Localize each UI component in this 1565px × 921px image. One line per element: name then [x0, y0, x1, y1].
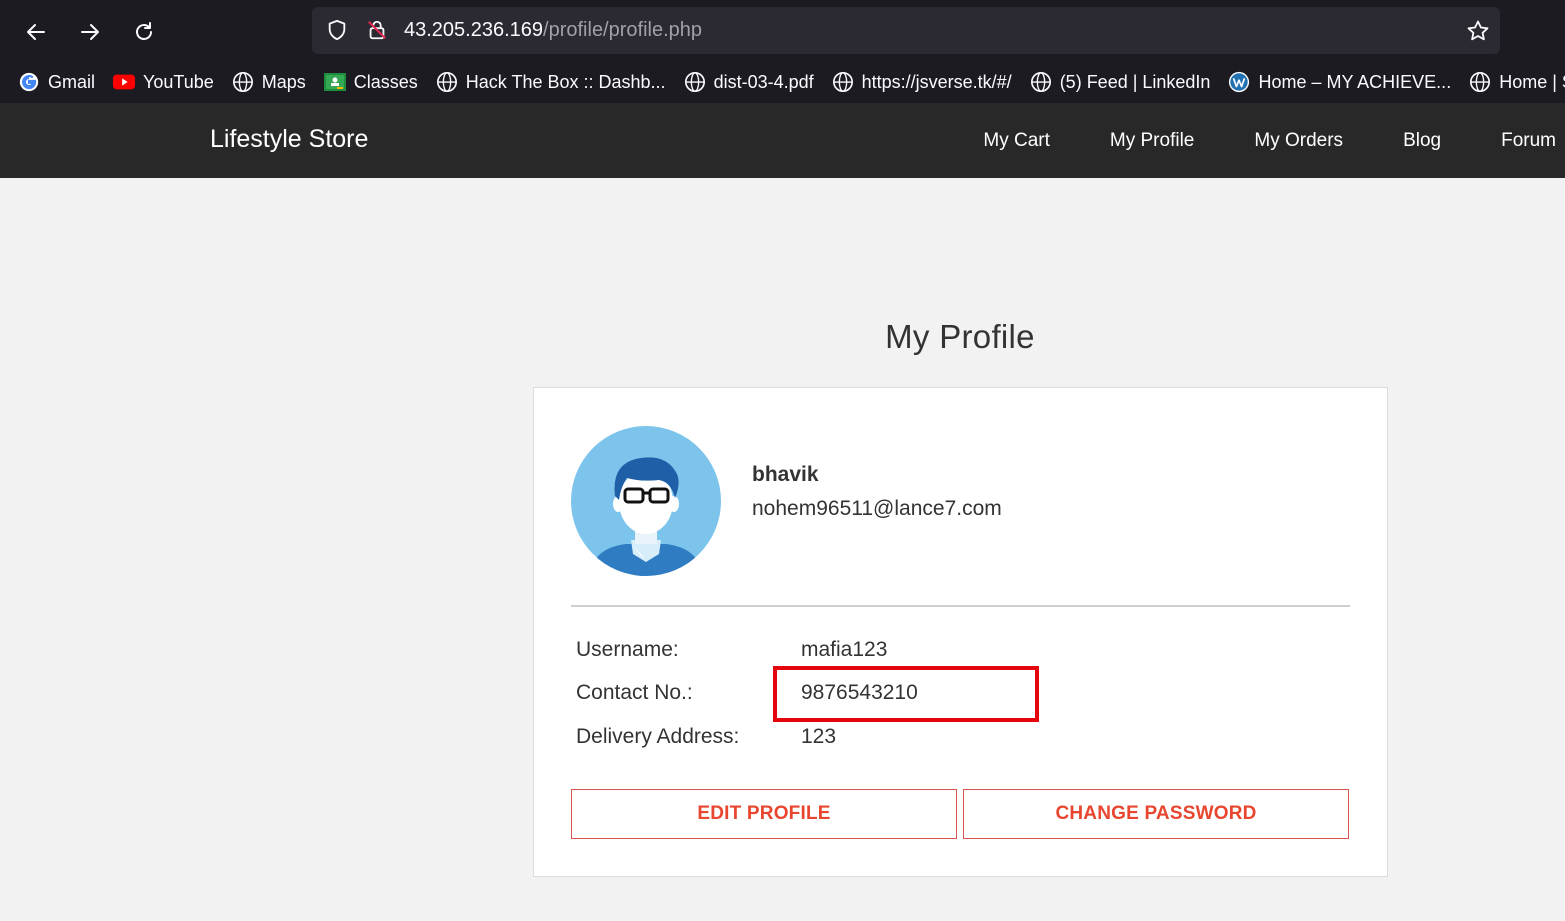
back-arrow-icon: [27, 24, 45, 40]
nav-my-profile[interactable]: My Profile: [1110, 130, 1194, 152]
bookmark-maps[interactable]: Maps: [232, 71, 306, 93]
nav-blog[interactable]: Blog: [1403, 130, 1441, 152]
bookmark-label: Home | Sp: [1499, 71, 1565, 92]
bookmark-label: dist-03-4.pdf: [713, 71, 814, 92]
globe-icon: [1469, 71, 1491, 93]
globe-icon: [684, 71, 706, 93]
nav-my-orders[interactable]: My Orders: [1254, 130, 1343, 152]
bookmark-label: https://jsverse.tk/#/: [861, 71, 1012, 92]
classroom-icon: [323, 71, 346, 93]
globe-icon: [232, 71, 254, 93]
bookmark-dist-pdf[interactable]: dist-03-4.pdf: [684, 71, 814, 93]
change-password-button[interactable]: CHANGE PASSWORD: [963, 789, 1349, 839]
bookmark-hackthebox[interactable]: Hack The Box :: Dashb...: [436, 71, 666, 93]
forward-button[interactable]: [72, 14, 108, 50]
insecure-lock-icon[interactable]: [366, 19, 388, 41]
profile-email: nohem96511@lance7.com: [752, 497, 1002, 520]
bookmark-gmail[interactable]: Gmail: [18, 71, 95, 93]
bookmark-label: Maps: [261, 71, 306, 92]
avatar: [571, 426, 721, 576]
bookmark-linkedin[interactable]: (5) Feed | LinkedIn: [1030, 71, 1211, 93]
contact-highlight-box: [773, 666, 1039, 722]
bookmark-label: YouTube: [143, 71, 214, 92]
username-value: mafia123: [801, 638, 888, 661]
globe-icon: [1030, 71, 1052, 93]
bookmark-classes[interactable]: Classes: [323, 71, 418, 93]
main-menu: My Cart My Profile My Orders Blog Forum: [923, 103, 1556, 178]
url-path: /profile/profile.php: [543, 19, 703, 41]
bookmark-youtube[interactable]: YouTube: [113, 71, 214, 93]
nav-my-cart[interactable]: My Cart: [983, 130, 1050, 152]
bookmark-label: Gmail: [48, 71, 96, 92]
youtube-icon: [113, 71, 136, 93]
bookmark-my-achieve[interactable]: Home – MY ACHIEVE...: [1228, 71, 1451, 93]
shield-icon[interactable]: [326, 19, 348, 41]
address-label: Delivery Address:: [576, 725, 740, 748]
forward-arrow-icon: [81, 24, 99, 40]
page-title: My Profile: [885, 318, 1035, 355]
contact-label: Contact No.:: [576, 681, 693, 704]
url-text[interactable]: 43.205.236.169/profile/profile.php: [404, 19, 702, 42]
bookmark-label: (5) Feed | LinkedIn: [1059, 71, 1211, 92]
back-button[interactable]: [18, 14, 54, 50]
username-label: Username:: [576, 638, 679, 661]
bookmark-home-sp[interactable]: Home | Sp: [1469, 71, 1565, 93]
wordpress-icon: [1228, 71, 1250, 93]
profile-divider: [571, 605, 1350, 607]
bookmark-label: Hack The Box :: Dashb...: [465, 71, 666, 92]
bookmark-label: Classes: [353, 71, 418, 92]
edit-profile-button[interactable]: EDIT PROFILE: [571, 789, 957, 839]
browser-chrome: 43.205.236.169/profile/profile.php Gmail…: [0, 0, 1565, 103]
bookmarks-bar: Gmail YouTube Maps Classes Hack The Box …: [0, 62, 1565, 102]
site-navbar: Lifestyle Store My Cart My Profile My Or…: [0, 103, 1565, 178]
reload-icon: [136, 22, 152, 40]
globe-icon: [436, 71, 458, 93]
reload-button[interactable]: [126, 14, 162, 50]
google-icon: [18, 71, 40, 93]
url-host: 43.205.236.169: [404, 19, 544, 41]
address-value: 123: [801, 725, 837, 748]
address-bar[interactable]: 43.205.236.169/profile/profile.php: [312, 7, 1500, 54]
bookmark-jsverse[interactable]: https://jsverse.tk/#/: [832, 71, 1012, 93]
profile-name: bhavik: [752, 463, 819, 486]
profile-card: bhavik nohem96511@lance7.com Username: m…: [533, 387, 1388, 877]
bookmark-star-icon[interactable]: [1466, 19, 1490, 43]
globe-icon: [832, 71, 854, 93]
nav-forum[interactable]: Forum: [1501, 130, 1556, 152]
brand-link[interactable]: Lifestyle Store: [210, 125, 368, 154]
bookmark-label: Home – MY ACHIEVE...: [1258, 71, 1452, 92]
